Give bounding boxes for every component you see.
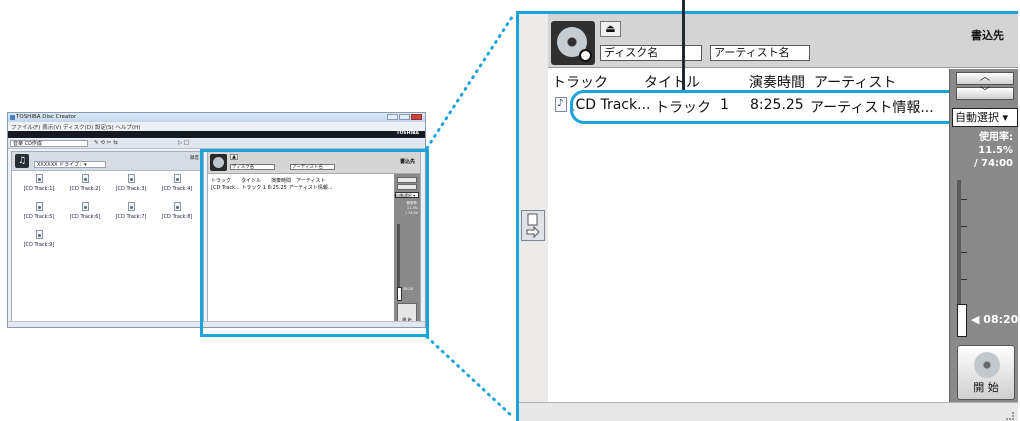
- no-disc-icon: [579, 49, 592, 62]
- usage-readout: 使用率: 11.5% / 74:00: [974, 131, 1013, 170]
- col-title[interactable]: タイトル: [644, 72, 700, 92]
- usage-level: [957, 304, 967, 337]
- col-track[interactable]: トラック: [552, 72, 608, 92]
- chevron-up-icon: ︿: [980, 72, 990, 83]
- eject-button[interactable]: ⏏: [600, 21, 621, 37]
- usage-total: / 74:00: [974, 158, 1013, 169]
- status-bar: [519, 402, 1018, 421]
- audio-file-icon: [555, 97, 567, 112]
- destination-pane: ⏏ ディスク名 アーティスト名 書込先 トラック タイトル 演奏時間 アーティス…: [548, 14, 1018, 402]
- disc-icon: [551, 21, 595, 65]
- start-label: 開 始: [973, 381, 999, 394]
- splitter-strip: [519, 14, 548, 421]
- destination-header: ⏏ ディスク名 アーティスト名 書込先: [548, 14, 1018, 68]
- start-button[interactable]: 開 始: [957, 345, 1015, 400]
- meter-tick: [961, 226, 967, 227]
- usage-label: 使用率:: [979, 132, 1013, 143]
- disc-name-input[interactable]: ディスク名: [600, 45, 702, 61]
- col-artist[interactable]: アーティスト: [814, 72, 896, 92]
- burn-disc-icon: [974, 352, 1000, 378]
- chevron-down-icon: ﹀: [980, 87, 990, 98]
- callout-pointer: [682, 0, 685, 90]
- usage-percent: 11.5%: [978, 145, 1013, 156]
- col-duration[interactable]: 演奏時間: [749, 72, 805, 92]
- resize-grip[interactable]: [1006, 412, 1014, 420]
- add-to-list-icon: [526, 213, 540, 239]
- dest-label: 書込先: [971, 29, 1004, 42]
- row-highlight: [570, 90, 968, 124]
- scroll-down-button[interactable]: ﹀: [956, 87, 1014, 100]
- time-marker: ◀ 08:20: [971, 313, 1018, 326]
- meter-tick: [961, 199, 967, 200]
- zoomed-destination-panel: ⏏ ディスク名 アーティスト名 書込先 トラック タイトル 演奏時間 アーティス…: [516, 11, 1018, 421]
- transfer-button[interactable]: [521, 210, 545, 241]
- auto-select-dropdown[interactable]: 自動選択 ▾: [952, 108, 1018, 127]
- artist-name-input[interactable]: アーティスト名: [710, 45, 810, 61]
- scroll-up-button[interactable]: ︿: [956, 72, 1014, 85]
- meter-tick: [961, 252, 967, 253]
- meter-tick: [961, 279, 967, 280]
- side-panel: ︿ ﹀ 自動選択 ▾ 使用率: 11.5% / 74:00 ◀ 08:20 開 …: [949, 69, 1018, 402]
